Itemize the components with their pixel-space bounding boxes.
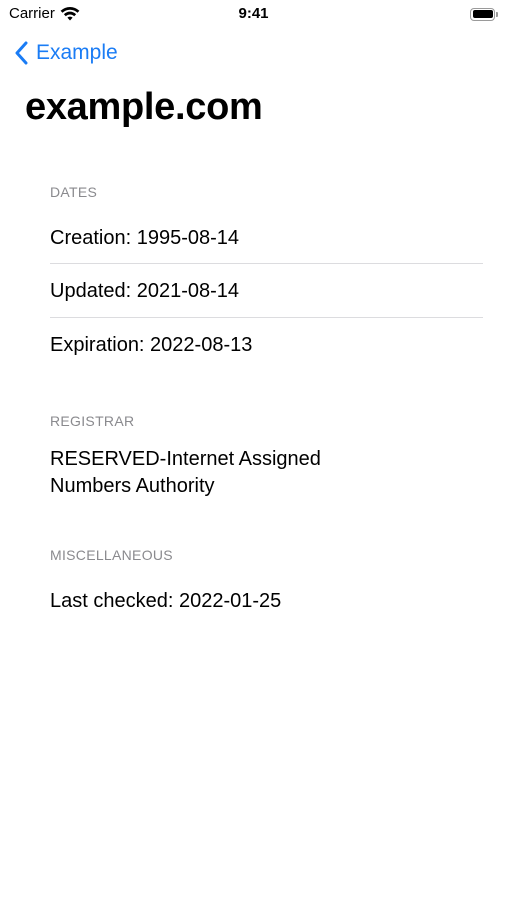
status-bar: Carrier 9:41 <box>0 0 507 30</box>
battery-icon <box>470 7 498 21</box>
list-item-creation: Creation: 1995-08-14 <box>50 227 240 249</box>
list-item-updated: Updated: 2021-08-14 <box>50 280 240 302</box>
list-item-last-checked: Last checked: 2022-01-25 <box>50 590 282 612</box>
registrar-name-line2: Numbers Authority <box>50 475 215 497</box>
row-divider <box>50 317 483 318</box>
list-item-expiration: Expiration: 2022-08-13 <box>50 334 253 356</box>
chevron-left-icon <box>15 41 28 65</box>
status-time: 9:41 <box>238 5 269 22</box>
registrar-name-line1: RESERVED-Internet Assigned <box>50 448 321 470</box>
back-button[interactable]: Example <box>14 38 118 68</box>
page-title: example.com <box>25 86 263 128</box>
back-button-label: Example <box>36 41 118 64</box>
section-header-registrar: REGISTRAR <box>50 413 135 429</box>
screen: Carrier 9:41 Example example.com DATES C… <box>0 0 507 900</box>
row-divider <box>50 263 483 264</box>
section-header-dates: DATES <box>50 184 98 200</box>
section-header-miscellaneous: MISCELLANEOUS <box>50 547 173 563</box>
